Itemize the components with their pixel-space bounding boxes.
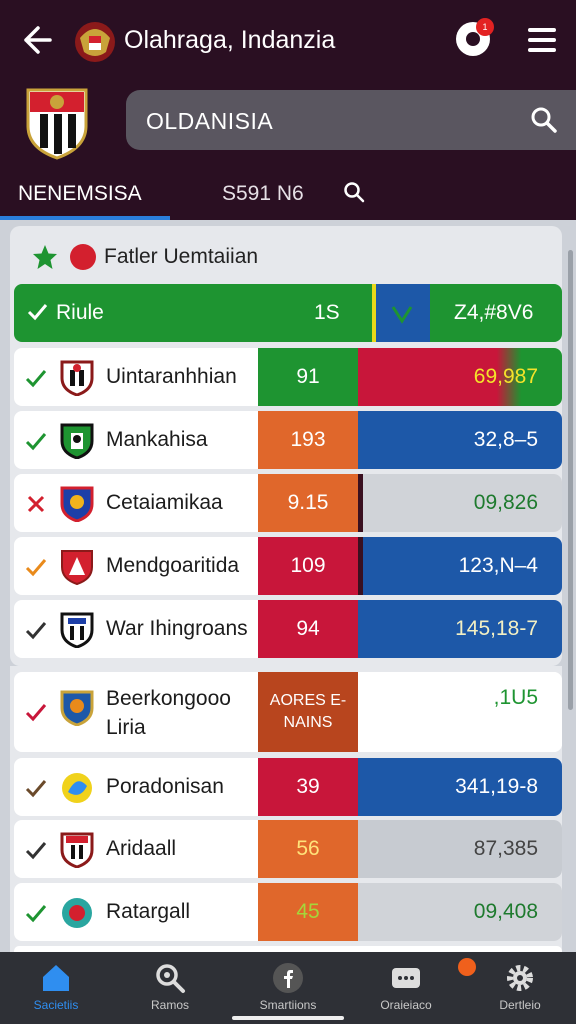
team-score: 32,8–5 (358, 411, 562, 469)
notification-button[interactable]: 1 (456, 18, 494, 56)
check-icon (25, 905, 47, 923)
hamburger-menu-icon[interactable] (528, 28, 556, 52)
table-row[interactable]: Poradonisan 39 341,19-8 (14, 758, 562, 816)
nav-label: Smartiions (259, 998, 317, 1012)
team-count: 193 (258, 411, 358, 469)
team-score: 09,826 (363, 474, 562, 532)
table-row[interactable]: Mankahisa 193 32,8–5 (14, 411, 562, 469)
team-name: Mankahisa (106, 428, 208, 451)
check-icon (25, 842, 47, 860)
nav-item-settings[interactable]: Dertleio (470, 952, 570, 1024)
nav-item-social[interactable]: Smartiions (238, 952, 338, 1024)
team-badge-icon (62, 773, 92, 803)
team-badge-icon (60, 486, 94, 522)
search-input[interactable]: OLDANISIA (146, 108, 273, 135)
nav-item-chat[interactable]: Oraieiaco (356, 952, 456, 1024)
club-crest-icon (26, 88, 88, 160)
search-bar[interactable]: OLDANISIA (126, 90, 576, 150)
team-count: AORES E-NAINS (258, 672, 358, 752)
search-person-icon (156, 964, 185, 993)
tab-primary[interactable]: NENEMSISA (18, 182, 142, 206)
scrollbar[interactable] (568, 250, 573, 710)
bottom-navigation: Sacietiis Ramos Smartiions Oraieiaco Der… (0, 952, 576, 1024)
standings-header-row: Riule 1S Z4,#8V6 (14, 284, 562, 342)
facebook-icon (273, 963, 303, 993)
garuda-emblem-icon (75, 22, 115, 62)
team-name: Mendgoaritida (106, 554, 240, 577)
team-badge-icon (61, 550, 93, 585)
table-row[interactable]: Aridaall 56 87,385 (14, 820, 562, 878)
team-name: Poradonisan (106, 775, 224, 798)
search-icon[interactable] (530, 106, 558, 134)
table-row[interactable]: Uintaranhhian 91 69,987 (14, 348, 562, 406)
team-name: War Ihingroans (106, 617, 248, 640)
table-row[interactable]: War Ihingroans 94 145,18-7 (14, 600, 562, 658)
table-row[interactable]: Mendgoaritida 109 123,N–4 (14, 537, 562, 595)
team-score: 09,408 (358, 883, 562, 941)
team-count: 9.15 (258, 474, 358, 532)
check-icon (25, 704, 47, 722)
team-score: 341,19-8 (358, 758, 562, 816)
team-count: 91 (258, 348, 358, 406)
team-count: 56 (258, 820, 358, 878)
cross-icon (27, 495, 45, 513)
check-icon (25, 622, 47, 640)
app-title: Olahraga, Indanzia (124, 26, 336, 54)
table-row[interactable]: Ratargall 45 09,408 (14, 883, 562, 941)
nav-label: Sacietiis (33, 998, 79, 1012)
check-icon (25, 370, 47, 388)
team-count: 45 (258, 883, 358, 941)
league-icon (70, 244, 96, 270)
nav-item-search[interactable]: Ramos (120, 952, 220, 1024)
nav-label: Ramos (150, 998, 189, 1012)
gear-icon (507, 965, 533, 991)
app-header: Olahraga, Indanzia 1 OLDANISIA NENEMSISA… (0, 0, 576, 220)
team-badge-icon (60, 690, 94, 726)
home-icon (43, 965, 69, 991)
notification-icon (466, 32, 480, 46)
header-count: 1S (314, 301, 340, 324)
team-score: 87,385 (358, 820, 562, 878)
team-name: Uintaranhhian (106, 365, 237, 388)
team-score: 145,18-7 (358, 600, 562, 658)
team-count: 39 (258, 758, 358, 816)
chat-icon (392, 968, 420, 988)
check-icon (25, 559, 47, 577)
team-name: Ratargall (106, 900, 191, 923)
team-badge-icon (60, 423, 94, 459)
team-badge-icon (62, 898, 92, 928)
tab-secondary[interactable]: S591 N6 (222, 182, 304, 206)
team-name: Cetaiamikaa (106, 491, 223, 514)
team-count: 94 (258, 600, 358, 658)
table-row[interactable]: Cetaiamikaa 9.15 09,826 (14, 474, 562, 532)
team-count: 109 (258, 537, 358, 595)
nav-label: Oraieiaco (380, 998, 432, 1012)
nav-label: Dertleio (499, 998, 541, 1012)
team-badge-icon (60, 832, 94, 868)
back-arrow-icon[interactable] (18, 22, 54, 58)
tab-search-icon[interactable] (342, 180, 366, 204)
check-icon (25, 433, 47, 451)
team-name: Beerkongooo Liria (106, 687, 231, 739)
nav-item-home[interactable]: Sacietiis (6, 952, 106, 1024)
star-icon[interactable] (32, 244, 58, 270)
nav-notification-dot (458, 958, 476, 976)
notification-badge: 1 (476, 18, 494, 36)
header-value: Z4,#8V6 (454, 301, 534, 324)
table-row[interactable]: Beerkongooo Liria AORES E-NAINS ,1U5 (14, 672, 562, 752)
team-score: ,1U5 (358, 672, 562, 752)
team-badge-icon (60, 360, 94, 396)
standings-content: Fatler Uemtaiian Riule 1S Z4,#8V6 Uintar… (0, 220, 576, 952)
team-name: Aridaall (106, 837, 177, 860)
panel-title: Fatler Uemtaiian (104, 245, 259, 268)
home-indicator (232, 1016, 344, 1020)
check-icon (391, 306, 413, 324)
header-label: Riule (56, 301, 104, 324)
team-badge-icon (60, 612, 94, 648)
check-icon (27, 304, 48, 321)
team-score: 123,N–4 (363, 537, 562, 595)
check-icon (25, 780, 47, 798)
team-score: 69,987 (358, 348, 562, 406)
